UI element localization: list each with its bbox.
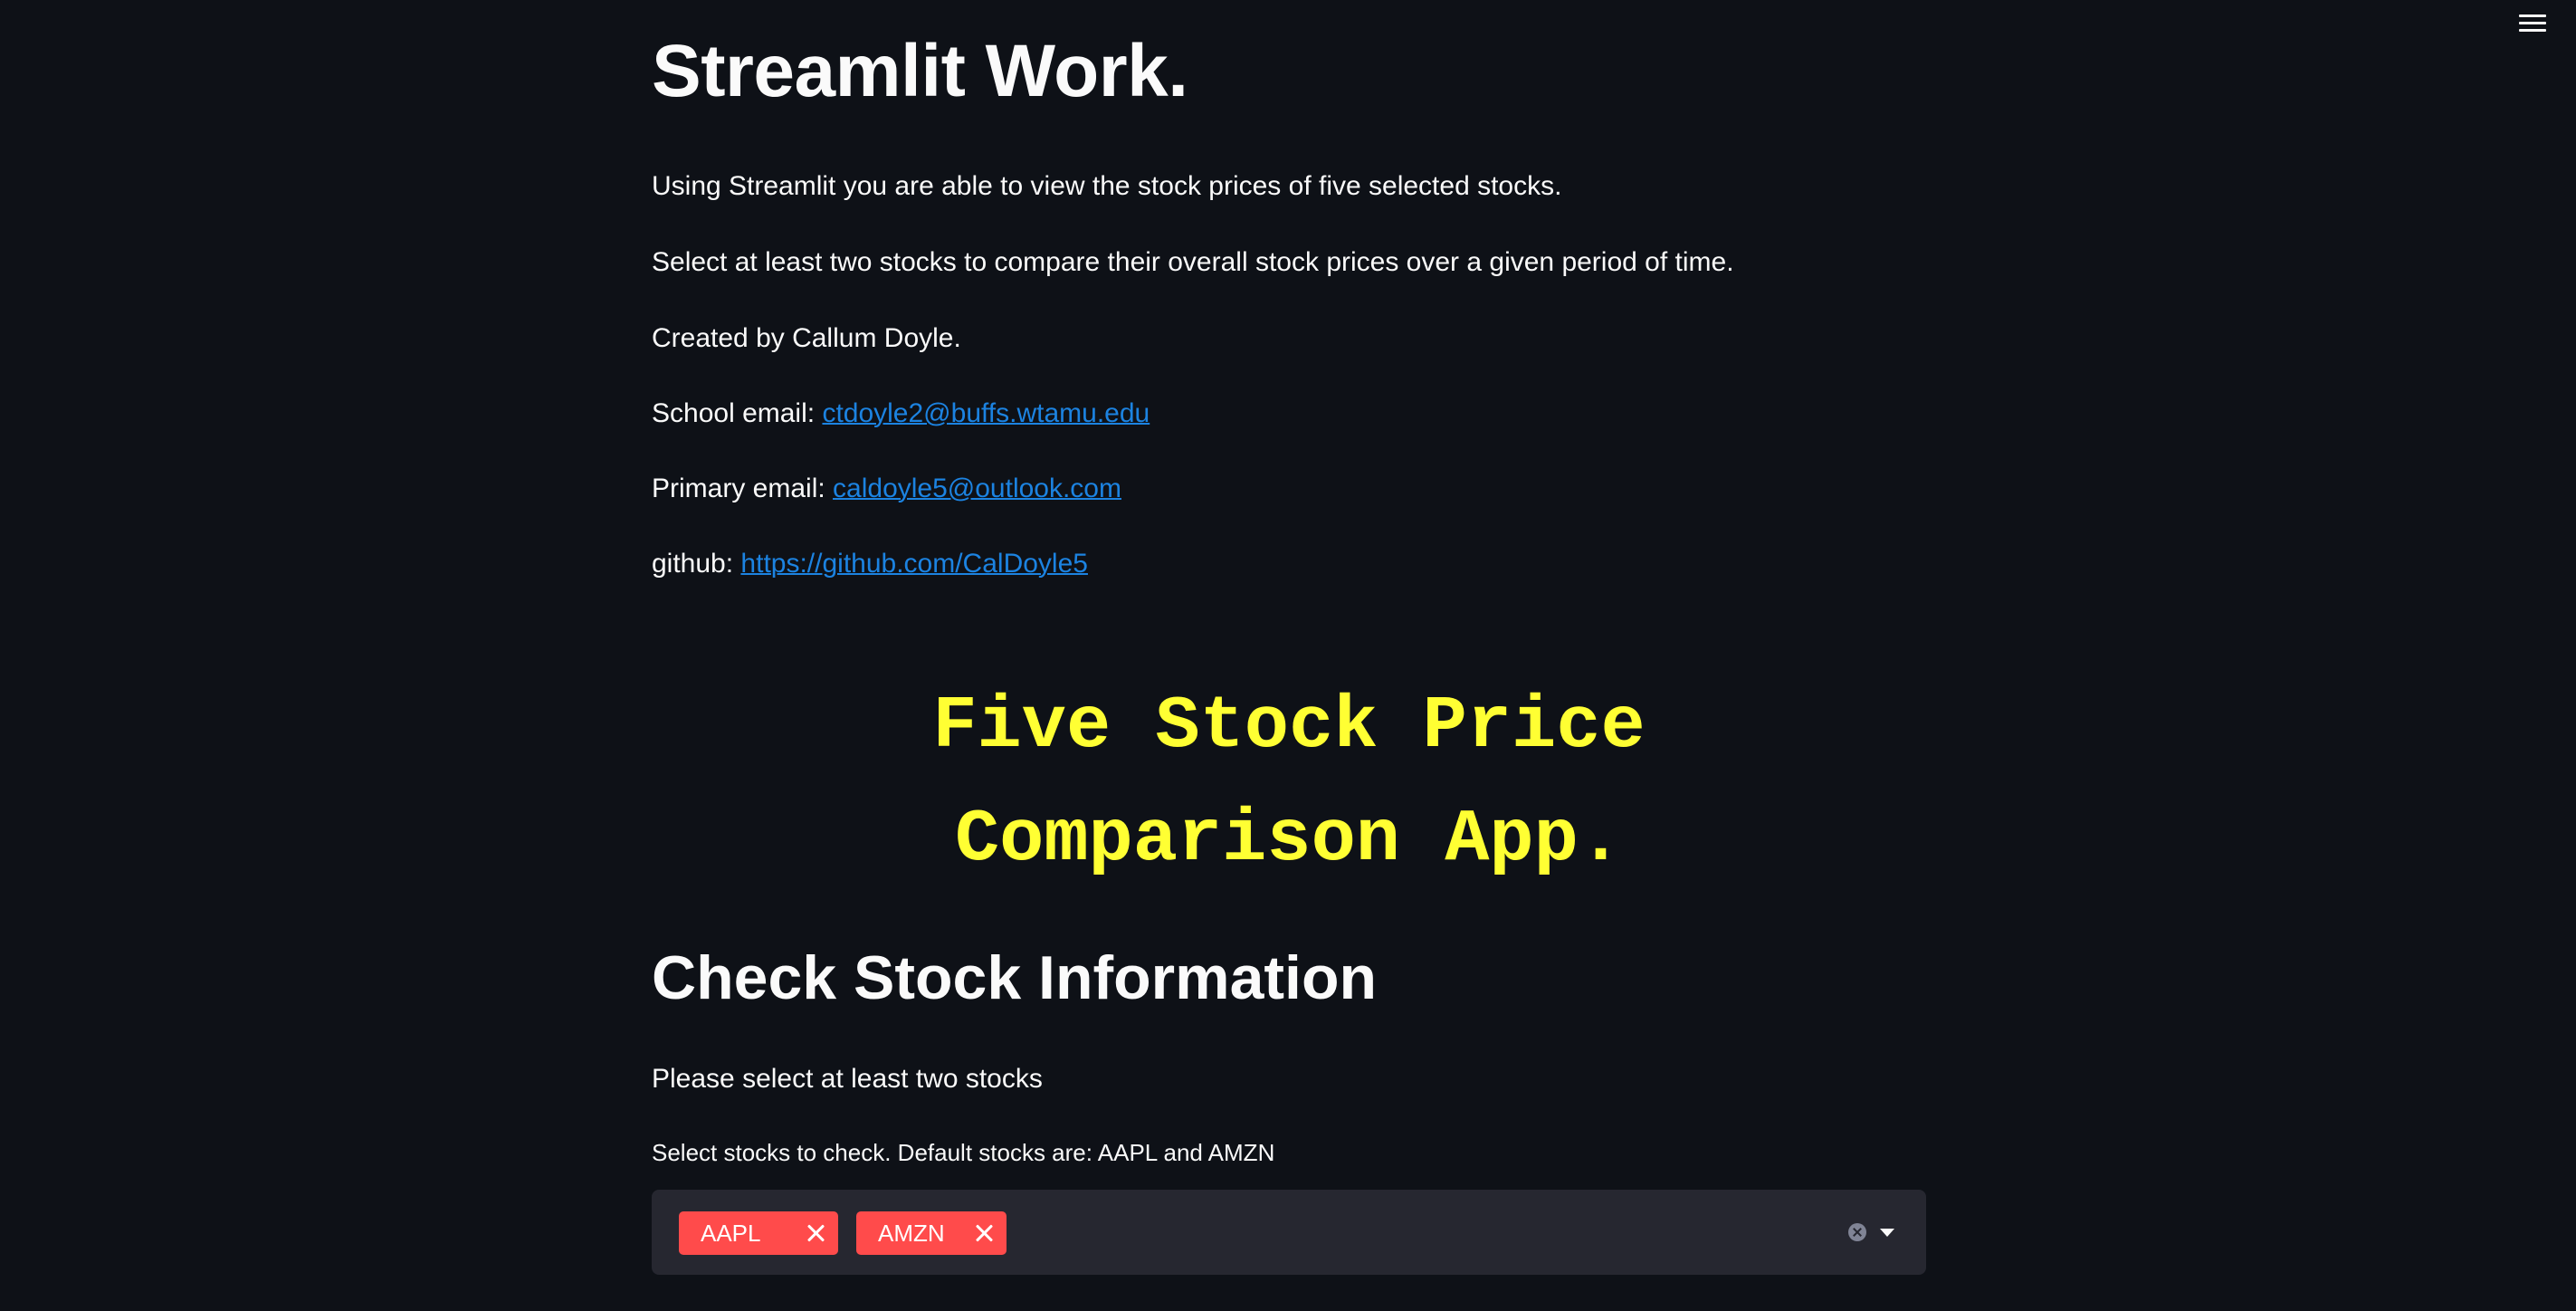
section-title: Check Stock Information <box>652 943 1378 1012</box>
banner-line-1: Five Stock Price <box>932 684 1646 769</box>
hamburger-menu-icon <box>2519 13 2546 34</box>
chevron-down-icon[interactable] <box>1880 1229 1894 1237</box>
select-prompt: Please select at least two stocks <box>652 1064 1043 1094</box>
school-email-link[interactable]: ctdoyle2@buffs.wtamu.edu <box>822 398 1150 428</box>
stock-tag-aapl: AAPL <box>679 1211 838 1255</box>
instruction-text: Select at least two stocks to compare th… <box>652 247 1734 277</box>
stock-select-label: Select stocks to check. Default stocks a… <box>652 1139 1275 1166</box>
page-title: Streamlit Work. <box>652 30 1188 112</box>
primary-email-label: Primary email: <box>652 474 834 503</box>
stock-tag-label: AAPL <box>701 1219 761 1247</box>
stock-tag-amzn: AMZN <box>856 1211 1007 1255</box>
banner-line-2: Comparison App. <box>954 798 1624 882</box>
primary-email-link[interactable]: caldoyle5@outlook.com <box>833 474 1121 503</box>
github-link[interactable]: https://github.com/CalDoyle5 <box>740 549 1088 579</box>
stock-multiselect[interactable]: AAPL AMZN <box>652 1190 1926 1275</box>
remove-tag-icon[interactable] <box>806 1223 825 1243</box>
primary-email-line: Primary email: caldoyle5@outlook.com <box>652 471 1121 506</box>
school-email-line: School email: ctdoyle2@buffs.wtamu.edu <box>652 396 1150 431</box>
remove-tag-icon[interactable] <box>974 1223 994 1243</box>
github-label: github: <box>652 549 741 579</box>
school-email-label: School email: <box>652 398 823 428</box>
app-banner: Five Stock Price Comparison App. <box>652 670 1926 896</box>
description-text: Using Streamlit you are able to view the… <box>652 171 1562 201</box>
github-line: github: https://github.com/CalDoyle5 <box>652 546 1088 581</box>
author-text: Created by Callum Doyle. <box>652 323 961 353</box>
clear-all-icon[interactable] <box>1848 1223 1866 1241</box>
stock-tag-label: AMZN <box>878 1219 945 1247</box>
main-menu-button[interactable] <box>2507 5 2558 42</box>
